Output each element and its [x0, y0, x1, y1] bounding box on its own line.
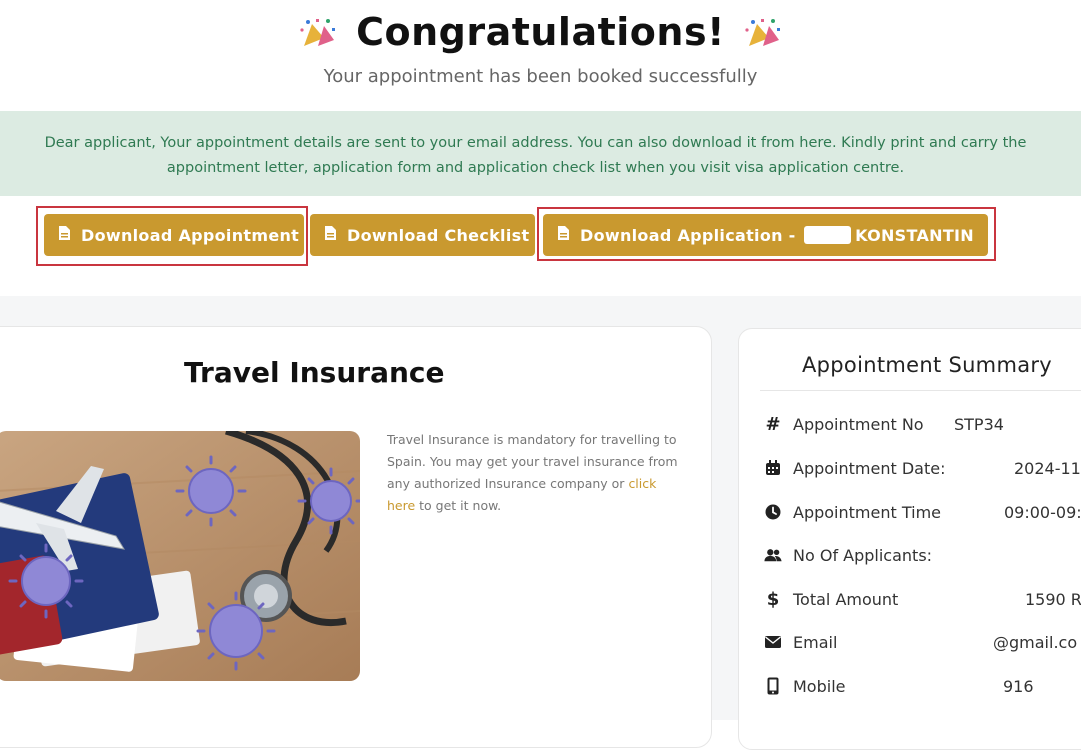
travel-insurance-image — [0, 431, 360, 681]
summary-label: No Of Applicants: — [793, 546, 933, 565]
summary-row-appointment-no: # Appointment No STP34 — [764, 412, 1081, 438]
travel-insurance-text: Travel Insurance is mandatory for travel… — [387, 429, 687, 517]
page-subtitle: Your appointment has been booked success… — [323, 66, 758, 87]
highlight-box — [36, 206, 308, 266]
header: Congratulations! — [0, 6, 1081, 58]
envelope-icon — [764, 632, 782, 652]
summary-row-total-amount: $ Total Amount 1590 RU — [764, 587, 1081, 613]
summary-row-appointment-time: Appointment Time 09:00-09: — [764, 500, 1081, 526]
party-popper-icon — [743, 16, 783, 48]
summary-row-no-of-applicants: No Of Applicants: — [764, 543, 1081, 569]
download-checklist-label: Download Checklist — [347, 225, 530, 245]
summary-value: 916 — [1003, 677, 1034, 696]
summary-row-mobile: Mobile 916 — [764, 674, 1081, 700]
summary-label: Email — [793, 633, 838, 652]
mobile-icon — [764, 676, 782, 696]
summary-value: 09:00-09: — [1004, 503, 1081, 522]
hash-icon: # — [765, 413, 781, 435]
summary-value: 2024-11- — [1014, 459, 1081, 478]
info-notice: Dear applicant, Your appointment details… — [0, 111, 1081, 196]
summary-label: Appointment Time — [793, 503, 941, 522]
summary-value: @gmail.co — [993, 633, 1078, 652]
summary-row-email: Email @gmail.co — [764, 630, 1081, 656]
calendar-icon — [764, 458, 782, 478]
summary-value: 1590 RU — [1025, 590, 1081, 609]
redacted-value-block — [1009, 412, 1081, 436]
dollar-icon: $ — [766, 588, 780, 610]
travel-insurance-description-end: to get it now. — [419, 498, 502, 513]
party-popper-icon — [298, 16, 338, 48]
notice-text: Dear applicant, Your appointment details… — [44, 135, 1027, 176]
travel-insurance-title: Travel Insurance — [184, 356, 445, 389]
clock-icon — [764, 502, 782, 522]
summary-value: STP34 — [954, 415, 1004, 434]
summary-label: Total Amount — [793, 590, 899, 609]
users-icon — [764, 545, 782, 565]
summary-label: Appointment No — [793, 415, 924, 434]
summary-label: Mobile — [793, 677, 846, 696]
divider — [760, 390, 1081, 391]
summary-label: Appointment Date: — [793, 459, 946, 478]
download-checklist-button[interactable]: Download Checklist — [310, 214, 535, 256]
redacted-value-block — [892, 632, 992, 654]
summary-row-appointment-date: Appointment Date: 2024-11- — [764, 456, 1081, 482]
document-icon — [324, 225, 337, 245]
page-title: Congratulations! — [356, 10, 725, 54]
appointment-summary-title: Appointment Summary — [802, 353, 1053, 377]
highlight-box — [537, 207, 996, 261]
